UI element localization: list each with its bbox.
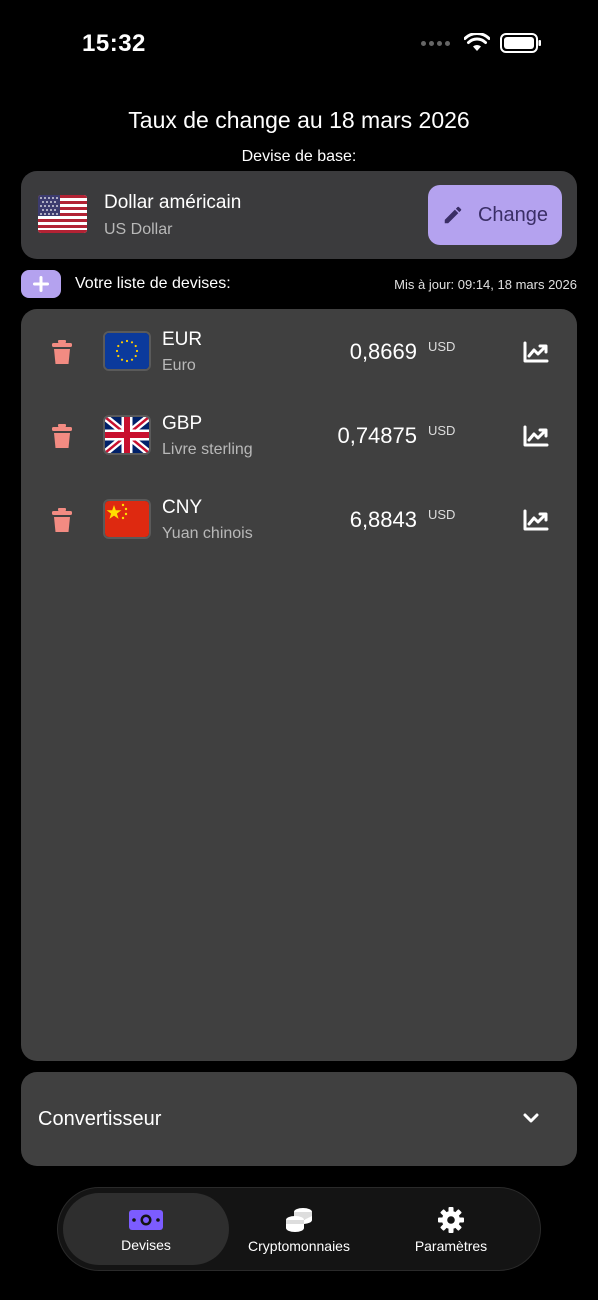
base-currency-subtitle: US Dollar bbox=[104, 221, 173, 238]
page-title: Taux de change au 18 mars 2026 bbox=[128, 107, 470, 133]
coins-icon bbox=[286, 1208, 313, 1232]
currency-name: Yuan chinois bbox=[162, 525, 253, 542]
converter-label: Convertisseur bbox=[38, 1108, 162, 1130]
gear-icon bbox=[438, 1207, 464, 1233]
currency-rate: 6,8843 bbox=[349, 507, 417, 532]
status-icons bbox=[421, 33, 542, 53]
currency-name: Livre sterling bbox=[162, 441, 253, 458]
eu-flag-icon bbox=[103, 331, 151, 371]
tab-devises[interactable]: Devises bbox=[63, 1188, 229, 1272]
us-flag-icon bbox=[38, 195, 87, 233]
converter-panel[interactable]: Convertisseur bbox=[21, 1072, 577, 1166]
base-currency-name: Dollar américain bbox=[104, 192, 242, 213]
last-updated-text: Mis à jour: 09:14, 18 mars 2026 bbox=[394, 277, 577, 292]
rate-unit: USD bbox=[428, 507, 456, 522]
uk-flag-icon bbox=[103, 415, 151, 455]
chart-icon[interactable] bbox=[523, 509, 549, 531]
tab-bar: Devises Cryptomonnaies Paramètres bbox=[57, 1187, 541, 1271]
trash-icon[interactable] bbox=[50, 507, 74, 533]
currency-rate: 0,74875 bbox=[337, 423, 417, 448]
status-bar: 15:32 bbox=[0, 0, 598, 90]
status-time: 15:32 bbox=[82, 30, 146, 57]
currency-list-title: Votre liste de devises: bbox=[75, 275, 231, 292]
currency-rate: 0,8669 bbox=[349, 339, 417, 364]
rate-unit: USD bbox=[428, 339, 456, 354]
battery-icon bbox=[500, 33, 541, 53]
banknote-icon bbox=[129, 1210, 163, 1230]
currency-code: CNY bbox=[162, 497, 203, 518]
chevron-down-icon[interactable] bbox=[523, 1112, 539, 1124]
china-flag-icon bbox=[103, 499, 151, 539]
change-base-button[interactable]: Change bbox=[428, 185, 562, 245]
currency-code: EUR bbox=[162, 329, 203, 350]
chart-icon[interactable] bbox=[523, 425, 549, 447]
tab-label: Devises bbox=[121, 1237, 171, 1253]
trash-icon[interactable] bbox=[50, 339, 74, 365]
currency-row-cny[interactable]: CNY Yuan chinois 6,8843 USD bbox=[21, 477, 577, 561]
add-currency-button[interactable] bbox=[21, 270, 61, 298]
pencil-icon bbox=[444, 206, 462, 224]
chart-icon[interactable] bbox=[523, 341, 549, 363]
tab-label: Paramètres bbox=[414, 1238, 488, 1254]
currency-code: GBP bbox=[162, 413, 203, 434]
change-button-label: Change bbox=[477, 203, 549, 226]
currency-row-gbp[interactable]: GBP Livre sterling 0,74875 USD bbox=[21, 393, 577, 477]
wifi-icon bbox=[464, 33, 490, 51]
currency-row-eur[interactable]: EUR Euro 0,8669 USD bbox=[21, 309, 577, 393]
tab-cryptomonnaies[interactable]: Cryptomonnaies bbox=[229, 1188, 369, 1272]
tab-label: Cryptomonnaies bbox=[248, 1238, 350, 1254]
plus-icon bbox=[33, 276, 49, 292]
tab-parametres[interactable]: Paramètres bbox=[381, 1188, 521, 1272]
base-currency-label: Devise de base: bbox=[241, 148, 357, 165]
currency-name: Euro bbox=[162, 357, 196, 374]
base-currency-card: Dollar américain US Dollar Change bbox=[21, 171, 577, 259]
rate-unit: USD bbox=[428, 423, 456, 438]
cellular-signal-icon bbox=[421, 40, 450, 46]
currency-list-header: Votre liste de devises: Mis à jour: 09:1… bbox=[21, 270, 577, 300]
trash-icon[interactable] bbox=[50, 423, 74, 449]
currency-list: EUR Euro 0,8669 USD GBP Livre sterling 0… bbox=[21, 309, 577, 1061]
